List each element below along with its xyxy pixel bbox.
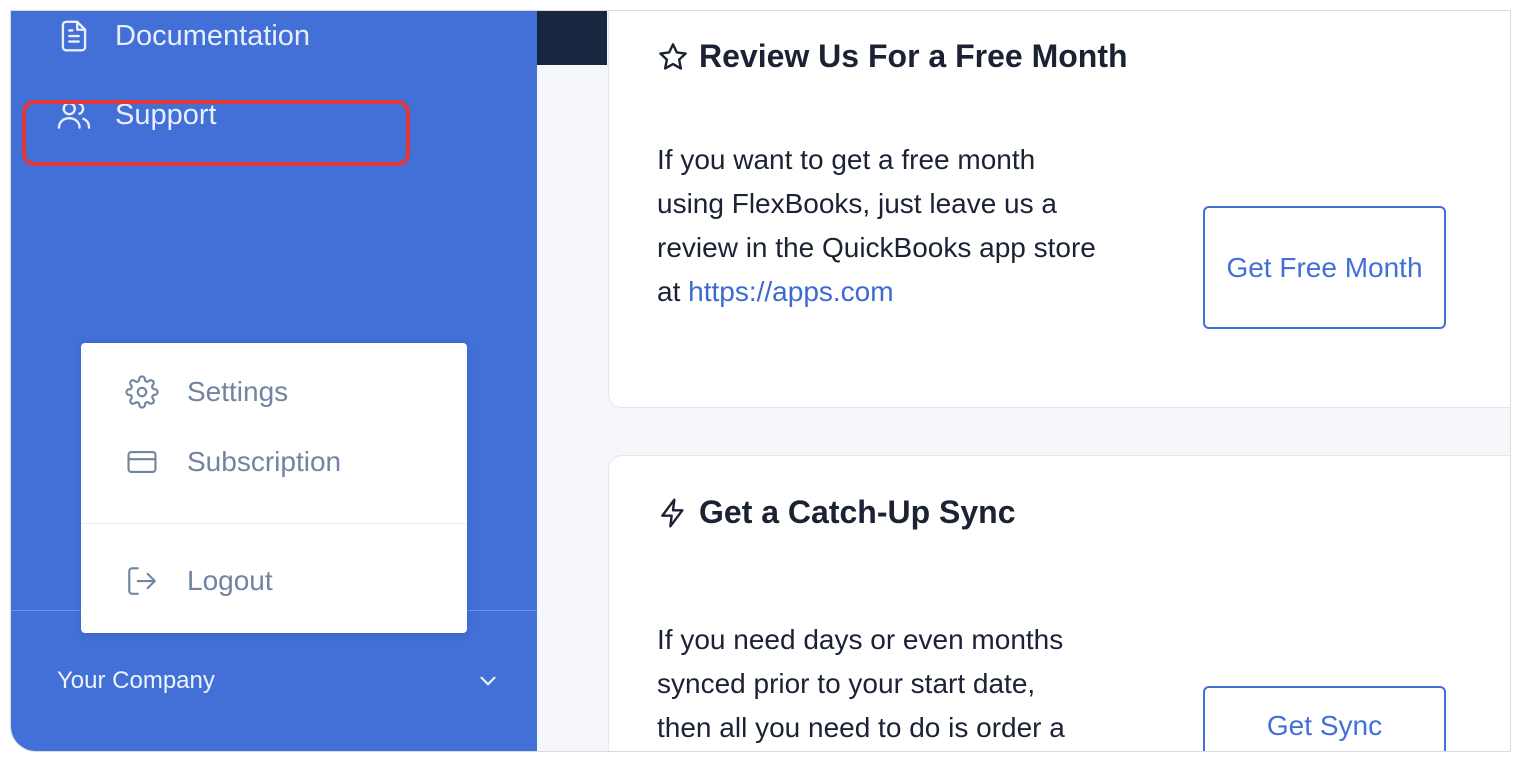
menu-item-label: Settings <box>187 376 289 407</box>
card-description: If you need days or even months synced p… <box>657 624 1065 743</box>
users-icon <box>57 101 91 129</box>
document-icon <box>61 20 87 52</box>
card-description: If you want to get a free month using Fl… <box>657 138 1097 314</box>
card-title: Review Us For a Free Month <box>657 38 1128 75</box>
menu-divider <box>81 523 467 524</box>
get-free-month-button[interactable]: Get Free Month <box>1203 206 1446 329</box>
menu-item-subscription[interactable]: Subscription <box>125 445 341 479</box>
star-icon <box>659 42 687 70</box>
menu-item-settings[interactable]: Settings <box>125 375 288 409</box>
lightning-icon <box>661 497 684 528</box>
get-sync-button[interactable]: Get Sync <box>1203 686 1446 751</box>
menu-item-label: Logout <box>187 565 273 596</box>
sidebar-item-support[interactable]: Support <box>55 96 217 134</box>
review-card: Review Us For a Free Month If you want t… <box>608 11 1510 408</box>
sidebar-item-label: Documentation <box>115 19 311 52</box>
company-name[interactable]: Your Company <box>57 667 215 695</box>
menu-item-label: Subscription <box>187 446 342 477</box>
app-store-link[interactable]: https://apps.com <box>688 276 893 307</box>
card-title-text: Get a Catch-Up Sync <box>699 494 1016 530</box>
card-title: Get a Catch-Up Sync <box>657 494 1016 531</box>
account-dropdown-menu: Settings Subscription Logout <box>81 343 467 633</box>
sidebar-item-label: Support <box>115 98 217 131</box>
chevron-down-icon[interactable] <box>475 668 501 694</box>
app-window: Documentation Support Your Company Setti… <box>10 10 1511 752</box>
sidebar-item-documentation[interactable]: Documentation <box>55 17 310 55</box>
catch-up-sync-card: Get a Catch-Up Sync If you need days or … <box>608 455 1510 751</box>
card-title-text: Review Us For a Free Month <box>699 38 1128 74</box>
sidebar: Documentation Support Your Company Setti… <box>11 11 537 751</box>
gear-icon <box>125 375 159 409</box>
logout-icon <box>128 567 156 595</box>
credit-card-icon <box>127 451 157 473</box>
menu-item-logout[interactable]: Logout <box>125 564 273 598</box>
top-bar <box>537 11 607 65</box>
